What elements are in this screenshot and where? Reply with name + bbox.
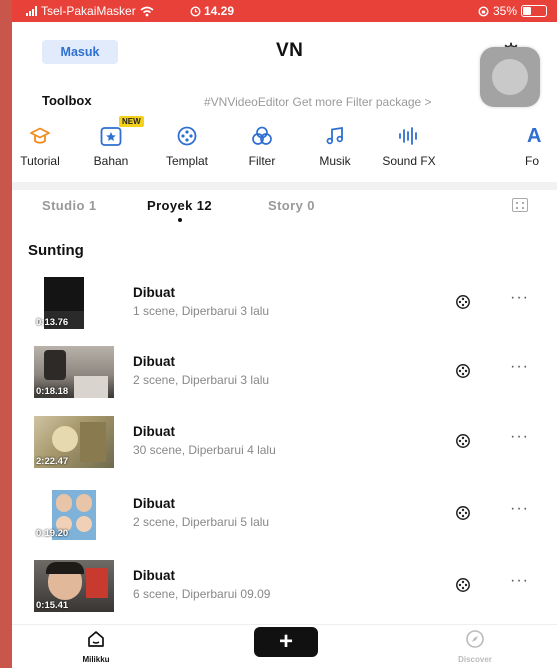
- template-icon[interactable]: [455, 505, 471, 521]
- star-icon: [100, 127, 122, 146]
- add-project-button[interactable]: +: [254, 627, 318, 657]
- nav-discover[interactable]: Discover: [435, 629, 515, 664]
- battery-icon: [521, 5, 547, 17]
- active-tab-indicator: [177, 218, 182, 222]
- tool-label: Tutorial: [20, 154, 60, 168]
- signal-icon: [26, 6, 37, 16]
- tool-label: Filter: [248, 154, 276, 168]
- wifi-icon: [140, 6, 154, 16]
- tool-label: Templat: [165, 154, 209, 168]
- template-icon[interactable]: [455, 433, 471, 449]
- project-tabs: Studio 1 Proyek 12 Story 0: [12, 198, 557, 228]
- section-title: Sunting: [28, 242, 84, 259]
- tool-bahan[interactable]: NEW Bahan: [71, 116, 151, 168]
- project-subtitle: 30 scene, Diperbarui 4 lalu: [133, 443, 276, 457]
- tool-label: Fo: [525, 154, 540, 168]
- project-item[interactable]: 0:13.76 Dibuat 1 scene, Diperbarui 3 lal…: [12, 277, 557, 347]
- project-title: Dibuat: [133, 285, 175, 300]
- bottom-nav: Milikku + Discover: [12, 624, 557, 668]
- project-title: Dibuat: [133, 568, 175, 583]
- project-thumbnail: 2:22.47: [34, 416, 114, 468]
- tool-filter[interactable]: Filter: [222, 122, 302, 168]
- nav-home[interactable]: Milikku: [56, 629, 136, 664]
- compass-icon: [466, 630, 484, 648]
- project-thumbnail: 0:13.76: [34, 277, 114, 329]
- more-options-button[interactable]: ···: [510, 572, 529, 590]
- screen-edge: [0, 0, 12, 668]
- tool-label: Sound FX: [382, 154, 436, 168]
- tool-musik[interactable]: Musik: [295, 122, 375, 168]
- template-icon[interactable]: [455, 577, 471, 593]
- template-icon[interactable]: [455, 294, 471, 310]
- more-options-button[interactable]: ···: [510, 500, 529, 518]
- project-item[interactable]: 0:19.20 Dibuat 2 scene, Diperbarui 5 lal…: [12, 488, 557, 558]
- section-divider: [12, 182, 557, 190]
- graduation-cap-icon: [30, 127, 50, 144]
- duration-label: 0:13.76: [36, 317, 69, 328]
- waveform-icon: [399, 127, 417, 145]
- nav-home-label: Milikku: [82, 655, 110, 664]
- font-icon: A: [527, 124, 542, 147]
- toolbox-header: Toolbox #VNVideoEditor Get more Filter p…: [12, 93, 557, 113]
- duration-label: 2:22.47: [36, 456, 69, 467]
- project-item[interactable]: 0:18.18 Dibuat 2 scene, Diperbarui 3 lal…: [12, 346, 557, 416]
- toolbox-title: Toolbox: [42, 93, 92, 108]
- carrier-name: Tsel-PakaiMasker: [41, 4, 136, 18]
- tool-tutorial[interactable]: Tutorial: [12, 122, 80, 168]
- project-item[interactable]: 2:22.47 Dibuat 30 scene, Diperbarui 4 la…: [12, 416, 557, 486]
- battery-percent: 35%: [492, 4, 517, 18]
- toolbox-promo-link[interactable]: #VNVideoEditor Get more Filter package >: [204, 95, 432, 109]
- filter-circles-icon: [252, 126, 272, 145]
- more-options-button[interactable]: ···: [510, 289, 529, 307]
- time-text: 14.29: [204, 4, 235, 18]
- project-subtitle: 2 scene, Diperbarui 5 lalu: [133, 515, 270, 529]
- duration-label: 0:18.18: [36, 386, 69, 397]
- app-title: VN: [276, 40, 304, 61]
- tab-story[interactable]: Story 0: [268, 198, 315, 213]
- tool-label: Musik: [319, 154, 351, 168]
- project-thumbnail: 0:18.18: [34, 346, 114, 398]
- more-options-button[interactable]: ···: [510, 358, 529, 376]
- tab-studio[interactable]: Studio 1: [42, 198, 96, 213]
- status-bar: Tsel-PakaiMasker 14.29 35%: [12, 0, 557, 22]
- grid-view-icon[interactable]: [512, 198, 528, 212]
- project-thumbnail: 0:15.41: [34, 560, 114, 612]
- carrier-info: Tsel-PakaiMasker: [26, 4, 154, 18]
- more-options-button[interactable]: ···: [510, 428, 529, 446]
- project-item[interactable]: 0:15.41 Dibuat 6 scene, Diperbarui 09.09…: [12, 560, 557, 630]
- music-note-icon: [326, 126, 344, 145]
- project-title: Dibuat: [133, 496, 175, 511]
- login-button[interactable]: Masuk: [42, 40, 118, 64]
- battery-status: 35%: [478, 4, 547, 18]
- tab-proyek[interactable]: Proyek 12: [147, 198, 213, 222]
- template-icon[interactable]: [455, 363, 471, 379]
- project-title: Dibuat: [133, 354, 175, 369]
- tool-label: Bahan: [93, 154, 129, 168]
- home-icon: [88, 631, 104, 647]
- duration-label: 0:19.20: [36, 528, 69, 539]
- tool-templat[interactable]: Templat: [147, 122, 227, 168]
- tab-proyek-label: Proyek 12: [147, 198, 213, 213]
- new-badge: NEW: [119, 116, 144, 127]
- alarm-icon: [190, 5, 201, 17]
- status-time: 14.29: [190, 4, 234, 18]
- project-subtitle: 1 scene, Diperbarui 3 lalu: [133, 304, 270, 318]
- tool-font[interactable]: A Fo: [507, 122, 557, 169]
- nav-discover-label: Discover: [458, 655, 492, 664]
- tool-sound-fx[interactable]: Sound FX: [369, 122, 449, 168]
- film-reel-icon: [177, 126, 197, 146]
- toolbox-items: Tutorial NEW Bahan Templat Filter Musik …: [12, 116, 557, 172]
- duration-label: 0:15.41: [36, 600, 69, 611]
- rotation-lock-icon: [478, 5, 489, 17]
- top-bar: Masuk VN: [12, 22, 557, 64]
- project-subtitle: 2 scene, Diperbarui 3 lalu: [133, 373, 270, 387]
- project-subtitle: 6 scene, Diperbarui 09.09: [133, 587, 271, 601]
- project-thumbnail: 0:19.20: [34, 488, 114, 540]
- project-title: Dibuat: [133, 424, 175, 439]
- app-screen: Tsel-PakaiMasker 14.29 35% Masuk VN Tool…: [12, 0, 557, 668]
